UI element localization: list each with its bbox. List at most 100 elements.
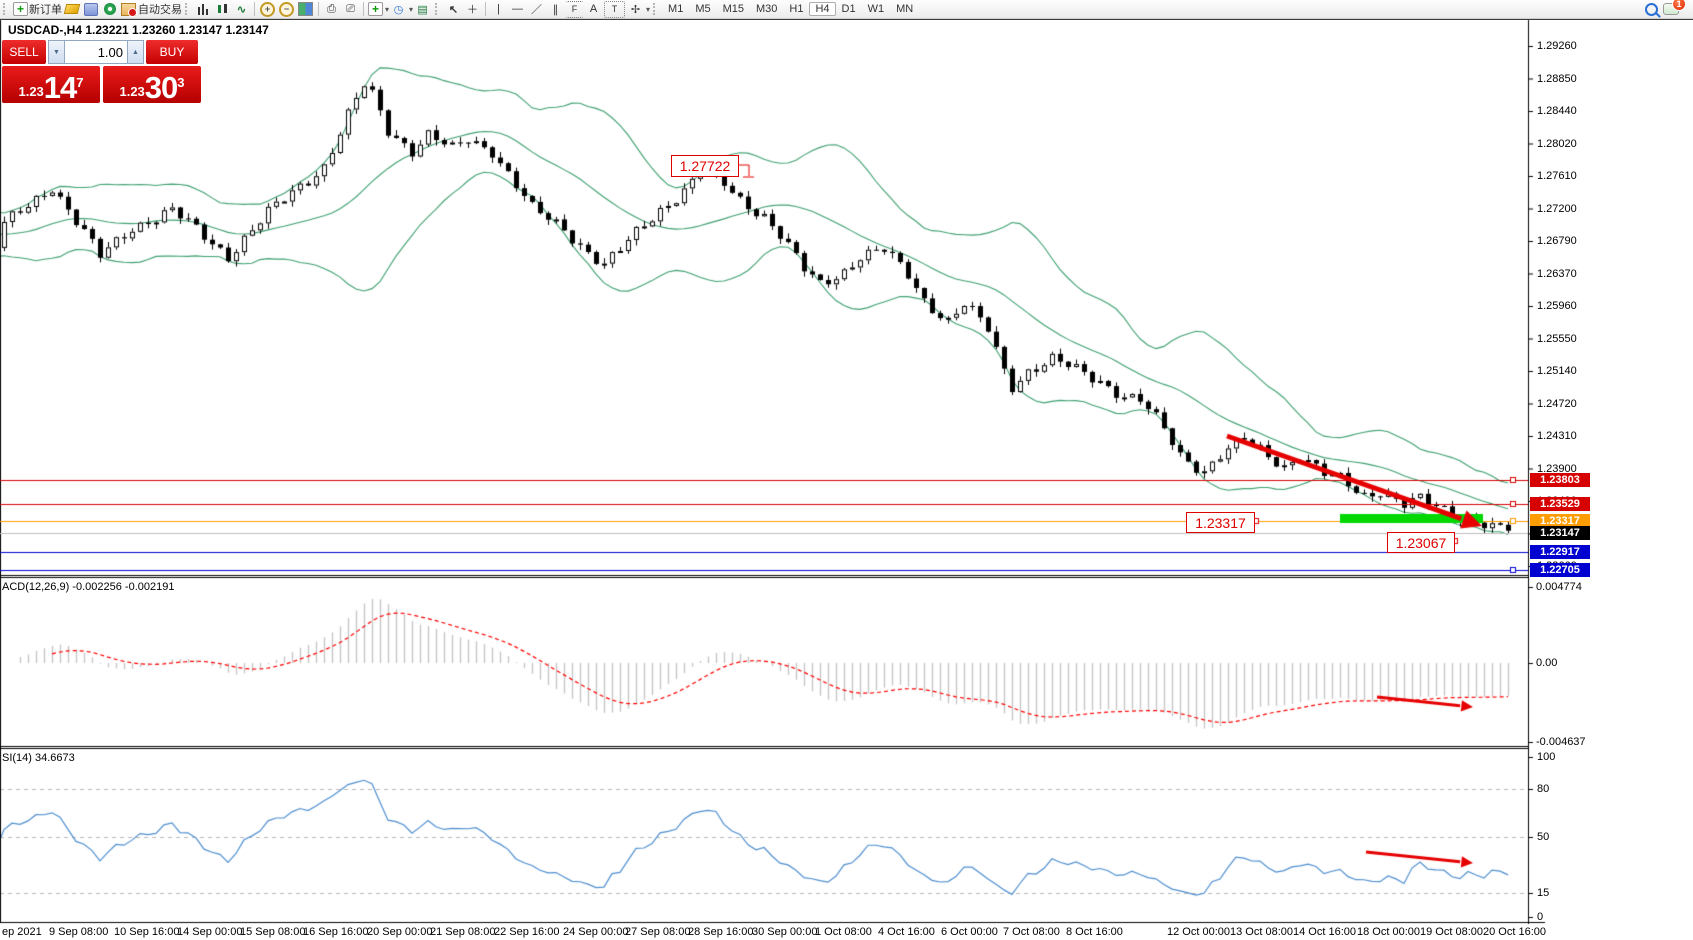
price-tag: 1.23529 <box>1530 497 1590 511</box>
timeframe-m5[interactable]: M5 <box>689 2 716 16</box>
time-axis-label: 14 Sep 00:00 <box>177 926 242 938</box>
chart-canvas[interactable] <box>0 0 1693 940</box>
bar-chart-icon[interactable] <box>195 2 212 17</box>
time-axis-label: ep 2021 <box>2 926 42 938</box>
price-callout[interactable]: 1.23317 <box>1186 512 1255 533</box>
rsi-axis-label: 50 <box>1537 831 1549 843</box>
buy-button[interactable]: BUY <box>146 40 198 64</box>
time-axis-label: 12 Oct 00:00 <box>1167 926 1230 938</box>
sell-price-button[interactable]: 1.23 14 7 <box>2 66 100 103</box>
indicator-window-icon[interactable]: ⎙ <box>323 2 340 17</box>
add-indicator-icon[interactable]: + <box>368 2 383 16</box>
chat-icon[interactable]: 1 <box>1662 2 1679 17</box>
price-axis-tick: 1.29260 <box>1537 40 1577 52</box>
time-axis-label: 27 Sep 08:00 <box>625 926 690 938</box>
time-axis-label: 8 Oct 16:00 <box>1066 926 1123 938</box>
volume-decrease-button[interactable]: ▼ <box>48 40 65 64</box>
price-axis-tick: 1.26790 <box>1537 235 1577 247</box>
price-axis-tick: 1.24720 <box>1537 398 1577 410</box>
buy-price-button[interactable]: 1.23 30 3 <box>103 66 201 103</box>
rsi-label: SI(14) 34.6673 <box>2 752 75 764</box>
vertical-line-icon[interactable]: | <box>490 2 507 17</box>
fibonacci-icon[interactable]: F <box>566 1 583 18</box>
price-callout[interactable]: 1.27722 <box>671 155 739 177</box>
notification-badge: 1 <box>1672 0 1686 11</box>
scale-fix-icon[interactable]: ⎚ <box>342 2 359 17</box>
time-axis-label: 20 Sep 00:00 <box>367 926 432 938</box>
sell-button[interactable]: SELL <box>2 40 46 64</box>
time-axis-label: 7 Oct 08:00 <box>1003 926 1060 938</box>
price-axis-tick: 1.28850 <box>1537 73 1577 85</box>
autotrade-icon[interactable] <box>120 2 137 17</box>
time-axis-label: 9 Sep 08:00 <box>49 926 108 938</box>
time-axis-label: 6 Oct 00:00 <box>941 926 998 938</box>
horizontal-line-icon[interactable]: — <box>509 2 526 17</box>
price-axis-tick: 1.25550 <box>1537 333 1577 345</box>
template-icon[interactable]: ▤ <box>414 2 431 17</box>
price-axis-tick: 1.24310 <box>1537 430 1577 442</box>
timeframe-h4[interactable]: H4 <box>809 2 835 16</box>
label-tool-icon[interactable]: T <box>604 1 625 18</box>
time-axis-label: 18 Oct 00:00 <box>1357 926 1420 938</box>
price-tag: 1.22705 <box>1530 563 1590 577</box>
line-chart-icon[interactable]: ∿ <box>233 2 250 17</box>
price-axis-tick: 1.25960 <box>1537 300 1577 312</box>
time-axis-label: 14 Oct 16:00 <box>1293 926 1356 938</box>
autotrade-label[interactable]: 自动交易 <box>138 1 182 17</box>
new-order-label[interactable]: 新订单 <box>29 1 62 17</box>
timeframe-m30[interactable]: M30 <box>750 2 783 16</box>
signal-icon[interactable] <box>101 2 118 17</box>
tile-windows-icon[interactable] <box>297 2 314 17</box>
sell-price-prefix: 1.23 <box>18 82 43 102</box>
one-click-trading-panel: SELL ▼ ▲ BUY 1.23 14 7 1.23 30 3 <box>2 40 204 103</box>
buy-price-big: 30 <box>145 74 177 102</box>
period-clock-icon[interactable]: ◷ <box>390 2 407 17</box>
timeframe-d1[interactable]: D1 <box>836 2 862 16</box>
buy-price-prefix: 1.23 <box>119 82 144 102</box>
rsi-axis-label: 80 <box>1537 783 1549 795</box>
rsi-axis-label: 15 <box>1537 887 1549 899</box>
search-icon[interactable] <box>1643 2 1660 17</box>
time-axis-label: 4 Oct 16:00 <box>878 926 935 938</box>
price-axis-tick: 1.27610 <box>1537 170 1577 182</box>
time-axis-label: 21 Sep 08:00 <box>430 926 495 938</box>
toolbar-grip <box>653 3 659 15</box>
main-toolbar: + 新订单 自动交易 ∿ + − ⎙ ⎚ +▾ ◷▾ ▤ ↖ ＋ | — ／ ∥… <box>0 0 1693 19</box>
sell-price-big: 14 <box>44 74 76 102</box>
macd-min-label: -0.004637 <box>1536 736 1586 748</box>
chart-ohlc-header: USDCAD-,H4 1.23221 1.23260 1.23147 1.231… <box>8 23 269 37</box>
crayon-icon[interactable] <box>63 2 80 17</box>
timeframe-w1[interactable]: W1 <box>862 2 891 16</box>
price-tag: 1.23147 <box>1530 526 1590 540</box>
text-tool-icon[interactable]: A <box>585 2 602 17</box>
cursor-icon[interactable]: ↖ <box>445 2 462 17</box>
time-axis-label: 28 Sep 16:00 <box>688 926 753 938</box>
mt4-window: + 新订单 自动交易 ∿ + − ⎙ ⎚ +▾ ◷▾ ▤ ↖ ＋ | — ／ ∥… <box>0 0 1693 940</box>
time-axis-label: 16 Sep 16:00 <box>303 926 368 938</box>
timeframe-m1[interactable]: M1 <box>662 2 689 16</box>
time-axis-label: 20 Oct 16:00 <box>1483 926 1546 938</box>
mailbox-icon[interactable] <box>82 2 99 17</box>
zoom-in-icon[interactable]: + <box>259 2 276 17</box>
volume-increase-button[interactable]: ▲ <box>127 40 144 64</box>
time-axis-label: 30 Sep 00:00 <box>752 926 817 938</box>
timeframe-h1[interactable]: H1 <box>783 2 809 16</box>
timeframe-mn[interactable]: MN <box>890 2 919 16</box>
price-axis-tick: 1.26370 <box>1537 268 1577 280</box>
timeframe-m15[interactable]: M15 <box>717 2 750 16</box>
time-axis-label: 1 Oct 08:00 <box>815 926 872 938</box>
toolbar-grip[interactable] <box>3 3 9 15</box>
price-tag: 1.23803 <box>1530 473 1590 487</box>
volume-input[interactable] <box>65 40 127 64</box>
shapes-icon[interactable]: ✢ <box>627 2 644 17</box>
toolbar-grip <box>435 3 441 15</box>
candlestick-chart-icon[interactable] <box>214 2 231 17</box>
trendline-icon[interactable]: ／ <box>528 2 545 17</box>
zoom-out-icon[interactable]: − <box>278 2 295 17</box>
time-axis-label: 15 Sep 08:00 <box>240 926 305 938</box>
channel-icon[interactable]: ∥ <box>547 2 564 17</box>
crosshair-icon[interactable]: ＋ <box>464 2 481 17</box>
price-callout[interactable]: 1.23067 <box>1387 532 1455 553</box>
new-order-icon[interactable]: + <box>13 2 28 16</box>
time-axis-label: 22 Sep 16:00 <box>494 926 559 938</box>
